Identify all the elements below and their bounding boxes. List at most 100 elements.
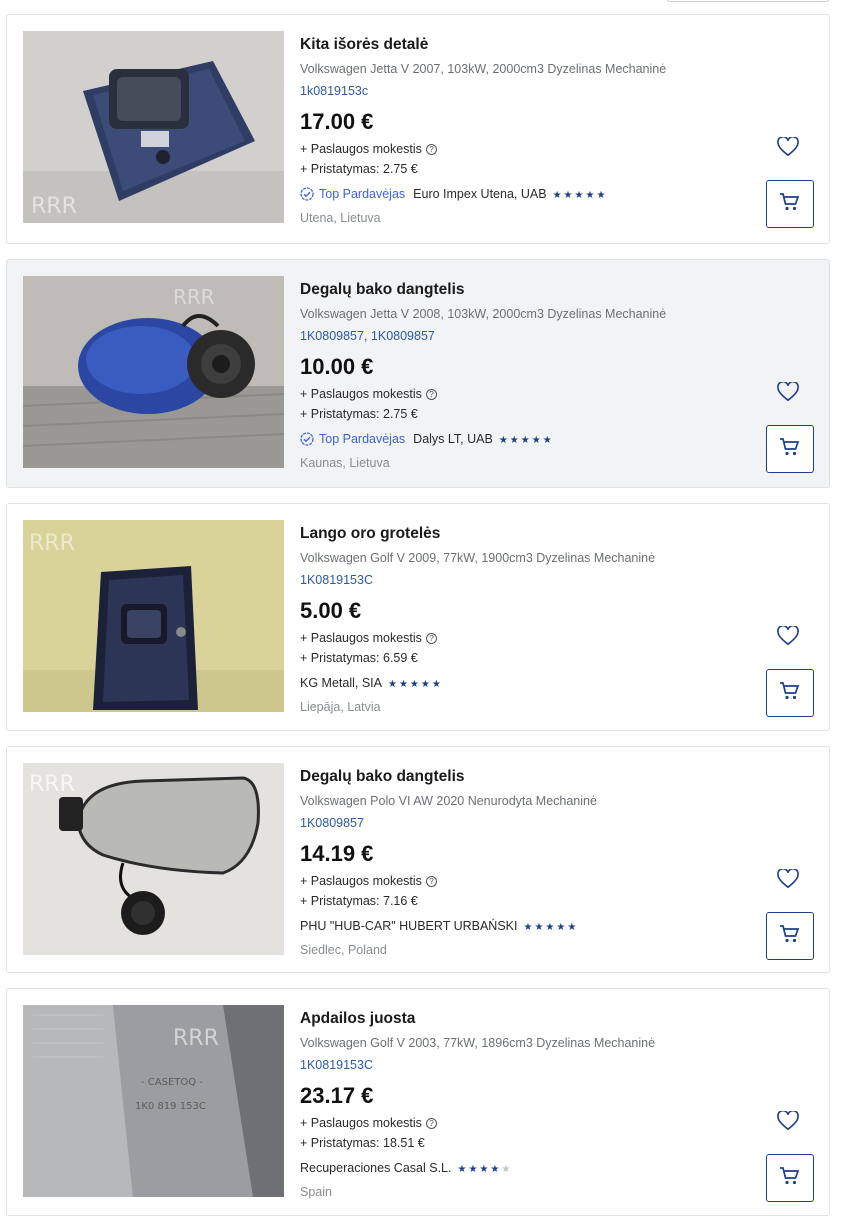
svg-text:- CASETOQ -: - CASETOQ - <box>141 1077 203 1088</box>
part-codes: 1K0819153C <box>300 1057 739 1073</box>
service-fee-row: + Paslaugos mokestis? <box>300 871 739 891</box>
seller-rating-stars: ★★★★★ <box>387 679 443 690</box>
service-fee-label: + Paslaugos mokestis <box>300 142 422 156</box>
seller-name[interactable]: Euro Impex Utena, UAB <box>413 187 546 201</box>
product-image[interactable]: - CASETOQ - 1K0 819 153C RRR <box>23 1005 284 1197</box>
service-fee-label: + Paslaugos mokestis <box>300 1116 422 1130</box>
vehicle-info: Volkswagen Golf V 2003, 77kW, 1896cm3 Dy… <box>300 1036 656 1050</box>
svg-text:RRR: RRR <box>173 285 215 309</box>
seller-name[interactable]: Recuperaciones Casal S.L. <box>300 1161 451 1175</box>
seller-rating-stars: ★★★★★ <box>523 922 579 933</box>
part-code-link[interactable]: 1K0819153C <box>300 573 373 587</box>
listing-card[interactable]: RRR Degalų bako dangtelis Volkswagen Jet… <box>6 259 830 488</box>
listing-title[interactable]: Degalų bako dangtelis <box>300 767 739 787</box>
question-circle-icon[interactable]: ? <box>425 1118 437 1130</box>
listing-card[interactable]: RRR Kita išorės detalė Volkswagen Jetta … <box>6 14 830 244</box>
question-circle-icon[interactable]: ? <box>425 144 437 156</box>
listing-price: 5.00 € <box>300 598 362 623</box>
service-fee-row: + Paslaugos mokestis? <box>300 1113 739 1133</box>
seller-location: Kaunas, Lietuva <box>300 456 390 470</box>
product-image[interactable]: RRR <box>23 763 284 955</box>
svg-text:RRR: RRR <box>29 531 75 556</box>
seller-row: PHU "HUB-CAR" HUBERT URBAŃSKI ★★★★★ <box>300 917 739 935</box>
listing-price: 23.17 € <box>300 1083 374 1108</box>
part-code-link[interactable]: 1K0809857 <box>300 329 364 343</box>
question-circle-icon[interactable]: ? <box>425 876 437 888</box>
seller-rating-stars: ★★★★★ <box>457 1164 513 1175</box>
seller-row: KG Metall, SIA ★★★★★ <box>300 674 739 692</box>
add-to-cart-button[interactable] <box>766 425 814 473</box>
check-badge-icon <box>300 187 314 206</box>
listing-price: 14.19 € <box>300 841 374 866</box>
vehicle-info: Volkswagen Jetta V 2008, 103kW, 2000cm3 … <box>300 307 667 321</box>
part-code-link[interactable]: 1K0809857 <box>371 329 435 343</box>
listing-card[interactable]: RRR Degalų bako dangtelis Volkswagen Pol… <box>6 746 830 973</box>
shopping-cart-icon <box>779 681 801 706</box>
listing-title[interactable]: Degalų bako dangtelis <box>300 280 739 300</box>
shipping-cost: + Pristatymas: 6.59 € <box>300 651 418 665</box>
seller-row: Top Pardavėjas Dalys LT, UAB ★★★★★ <box>300 430 739 448</box>
top-seller-badge[interactable]: Top Pardavėjas <box>300 432 405 446</box>
shopping-cart-icon <box>779 924 801 949</box>
listing-price: 17.00 € <box>300 109 374 134</box>
shipping-cost: + Pristatymas: 7.16 € <box>300 894 418 908</box>
vehicle-info: Volkswagen Jetta V 2007, 103kW, 2000cm3 … <box>300 62 667 76</box>
seller-rating-stars: ★★★★★ <box>552 190 608 201</box>
heart-icon[interactable] <box>777 380 801 404</box>
seller-rating-stars: ★★★★★ <box>498 435 554 446</box>
seller-name[interactable]: PHU "HUB-CAR" HUBERT URBAŃSKI <box>300 919 517 933</box>
heart-icon[interactable] <box>777 1109 801 1133</box>
listing-card[interactable]: RRR Lango oro grotelės Volkswagen Golf V… <box>6 503 830 731</box>
listing-title[interactable]: Lango oro grotelės <box>300 524 739 544</box>
heart-icon[interactable] <box>777 867 801 891</box>
listing-title[interactable]: Apdailos juosta <box>300 1009 739 1029</box>
heart-icon[interactable] <box>777 624 801 648</box>
question-circle-icon[interactable]: ? <box>425 389 437 401</box>
product-photo-trim-strip: - CASETOQ - 1K0 819 153C RRR <box>23 1005 284 1197</box>
service-fee-label: + Paslaugos mokestis <box>300 631 422 645</box>
part-codes: 1K0809857 <box>300 815 739 831</box>
sort-dropdown-button[interactable] <box>666 0 830 2</box>
add-to-cart-button[interactable] <box>766 669 814 717</box>
part-code-link[interactable]: 1K0809857 <box>300 816 364 830</box>
product-photo-fuel-cap: RRR <box>23 276 284 468</box>
listing-card[interactable]: - CASETOQ - 1K0 819 153C RRR Apdailos ju… <box>6 988 830 1216</box>
svg-text:1K0 819 153C: 1K0 819 153C <box>135 1101 206 1112</box>
shipping-cost: + Pristatymas: 18.51 € <box>300 1136 425 1150</box>
service-fee-row: + Paslaugos mokestis? <box>300 628 739 648</box>
service-fee-row: + Paslaugos mokestis? <box>300 384 739 404</box>
seller-row: Top Pardavėjas Euro Impex Utena, UAB ★★★★★ <box>300 185 739 203</box>
top-seller-badge[interactable]: Top Pardavėjas <box>300 187 405 201</box>
product-photo-fuel-cap: RRR <box>23 763 284 955</box>
product-photo-grille: RRR <box>23 520 284 712</box>
part-codes: 1k0819153c <box>300 83 739 99</box>
heart-icon[interactable] <box>777 135 801 159</box>
part-code-link[interactable]: 1K0819153C <box>300 1058 373 1072</box>
add-to-cart-button[interactable] <box>766 180 814 228</box>
svg-text:RRR: RRR <box>173 1026 219 1051</box>
service-fee-label: + Paslaugos mokestis <box>300 387 422 401</box>
svg-text:RRR: RRR <box>31 194 77 219</box>
product-image[interactable]: RRR <box>23 31 284 223</box>
part-codes: 1K0809857, 1K0809857 <box>300 329 435 343</box>
part-code-link[interactable]: 1k0819153c <box>300 84 368 98</box>
seller-location: Utena, Lietuva <box>300 211 381 225</box>
vehicle-info: Volkswagen Golf V 2009, 77kW, 1900cm3 Dy… <box>300 551 656 565</box>
listing-title[interactable]: Kita išorės detalė <box>300 35 739 55</box>
svg-text:RRR: RRR <box>29 772 75 797</box>
listing-price: 10.00 € <box>300 354 374 379</box>
product-image[interactable]: RRR <box>23 520 284 712</box>
vehicle-info: Volkswagen Polo VI AW 2020 Nenurodyta Me… <box>300 794 597 808</box>
question-circle-icon[interactable]: ? <box>425 633 437 645</box>
seller-name[interactable]: KG Metall, SIA <box>300 676 382 690</box>
add-to-cart-button[interactable] <box>766 1154 814 1202</box>
check-badge-icon <box>300 432 314 451</box>
shopping-cart-icon <box>779 437 801 462</box>
service-fee-label: + Paslaugos mokestis <box>300 874 422 888</box>
top-seller-label: Top Pardavėjas <box>319 432 406 446</box>
seller-name[interactable]: Dalys LT, UAB <box>413 432 493 446</box>
product-image[interactable]: RRR <box>23 276 284 468</box>
add-to-cart-button[interactable] <box>766 912 814 960</box>
seller-row: Recuperaciones Casal S.L. ★★★★★ <box>300 1159 739 1177</box>
shipping-cost: + Pristatymas: 2.75 € <box>300 162 418 176</box>
